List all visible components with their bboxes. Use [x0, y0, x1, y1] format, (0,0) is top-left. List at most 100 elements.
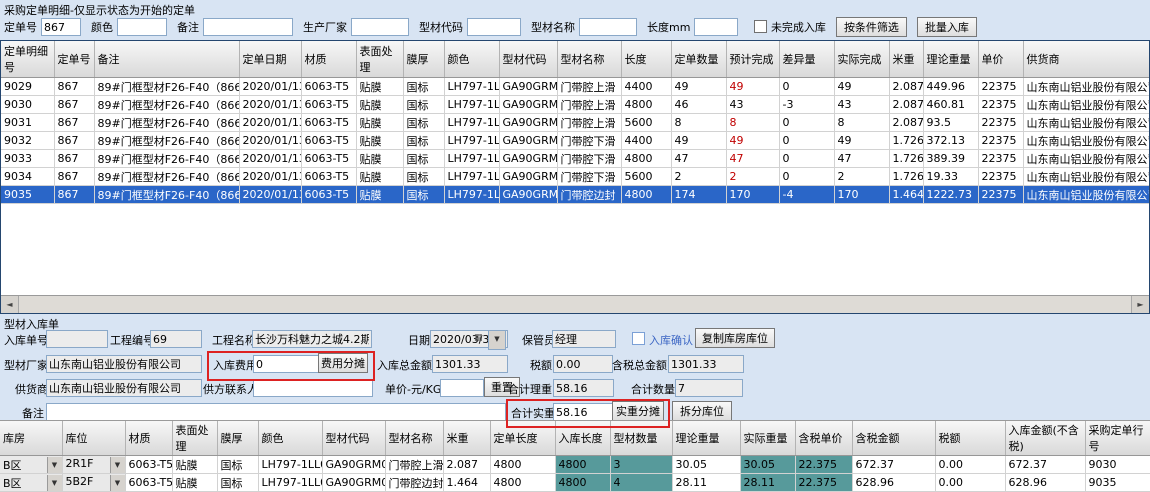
cell[interactable]: 2020/01/13	[239, 168, 301, 186]
cell[interactable]: GA90GRM05	[322, 474, 385, 492]
cell[interactable]: 628.96	[1005, 474, 1085, 492]
supplier-input[interactable]	[46, 379, 202, 397]
cell[interactable]: 贴膜	[356, 168, 403, 186]
actual-weight-share-button[interactable]: 实重分摊	[612, 401, 664, 421]
cell[interactable]: 89#门框型材F26-F40（866+867）	[94, 114, 239, 132]
column-header[interactable]: 库房	[0, 421, 62, 456]
cell[interactable]: 2.087	[443, 456, 490, 474]
factory-input[interactable]	[46, 355, 202, 373]
inbound-confirm-checkbox[interactable]	[632, 332, 645, 345]
contact-input[interactable]	[253, 379, 373, 397]
cell[interactable]: 9030	[1, 96, 54, 114]
cell[interactable]: 0	[779, 168, 834, 186]
cell[interactable]: 3	[610, 456, 672, 474]
total-qty-input[interactable]	[675, 379, 743, 397]
cell[interactable]: 47	[726, 150, 779, 168]
cell[interactable]: 山东南山铝业股份有限公司	[1023, 96, 1150, 114]
cell[interactable]: 门带腔上滑	[557, 96, 621, 114]
cell[interactable]: 9032	[1, 132, 54, 150]
cell[interactable]: 372.13	[923, 132, 978, 150]
cell[interactable]: -4	[779, 186, 834, 204]
cell[interactable]: 门带腔边封	[385, 474, 443, 492]
cell[interactable]: 6063-T5	[125, 474, 172, 492]
cell[interactable]: 4800	[490, 456, 555, 474]
cell[interactable]: 1.726	[889, 132, 923, 150]
cell[interactable]: 2020/01/13	[239, 78, 301, 96]
cell[interactable]: 49	[726, 78, 779, 96]
cell[interactable]: 2	[726, 168, 779, 186]
cell[interactable]: 贴膜	[356, 114, 403, 132]
cell[interactable]: 672.37	[1005, 456, 1085, 474]
cell[interactable]: 贴膜	[172, 456, 217, 474]
cell[interactable]: 28.11	[672, 474, 740, 492]
cell[interactable]: GA90GRM03	[499, 78, 557, 96]
cell[interactable]: 2020/01/13	[239, 150, 301, 168]
cell[interactable]: 贴膜	[356, 96, 403, 114]
cell[interactable]: 2.087	[889, 114, 923, 132]
column-header[interactable]: 入库金额(不含税)	[1005, 421, 1085, 456]
table-row[interactable]: 903486789#门框型材F26-F40（866+867）2020/01/13…	[1, 168, 1150, 186]
cell[interactable]: 贴膜	[172, 474, 217, 492]
table-row[interactable]: 903586789#门框型材F26-F40（866+867）2020/01/13…	[1, 186, 1150, 204]
cell[interactable]: 867	[54, 168, 94, 186]
cell[interactable]: 6063-T5	[301, 96, 356, 114]
cell[interactable]: 22.375	[795, 456, 852, 474]
cell[interactable]: 9029	[1, 78, 54, 96]
cell[interactable]: GA90GRM04	[499, 168, 557, 186]
column-header[interactable]: 米重	[443, 421, 490, 456]
cell[interactable]: 170	[726, 186, 779, 204]
cell[interactable]: 山东南山铝业股份有限公司	[1023, 186, 1150, 204]
cell[interactable]: ▼2R1F	[62, 456, 125, 474]
chevron-down-icon[interactable]: ▼	[110, 475, 125, 491]
cell[interactable]: -3	[779, 96, 834, 114]
cell[interactable]: 门带腔上滑	[385, 456, 443, 474]
tax-input[interactable]	[553, 355, 613, 373]
column-header[interactable]: 定单数量	[671, 41, 726, 78]
column-header[interactable]: 型材名称	[385, 421, 443, 456]
column-header[interactable]: 税额	[935, 421, 1005, 456]
cell[interactable]: 2	[834, 168, 889, 186]
column-header[interactable]: 定单日期	[239, 41, 301, 78]
cell[interactable]: 山东南山铝业股份有限公司	[1023, 132, 1150, 150]
column-header[interactable]: 长度	[621, 41, 671, 78]
column-header[interactable]: 实际完成	[834, 41, 889, 78]
cell[interactable]: 山东南山铝业股份有限公司	[1023, 168, 1150, 186]
column-header[interactable]: 入库长度	[555, 421, 610, 456]
cell[interactable]: 93.5	[923, 114, 978, 132]
cell[interactable]: 22375	[978, 186, 1023, 204]
cell[interactable]: 47	[671, 150, 726, 168]
project-name-input[interactable]	[252, 330, 372, 348]
cell[interactable]: 9034	[1, 168, 54, 186]
cell[interactable]: 0	[779, 132, 834, 150]
cell[interactable]: 22375	[978, 150, 1023, 168]
cell[interactable]: 6063-T5	[301, 114, 356, 132]
cell[interactable]: 5600	[621, 168, 671, 186]
cell[interactable]: 国标	[403, 96, 444, 114]
column-header[interactable]: 含税单价	[795, 421, 852, 456]
cell[interactable]: 1222.73	[923, 186, 978, 204]
cell[interactable]: 43	[834, 96, 889, 114]
column-header[interactable]: 单价	[978, 41, 1023, 78]
cell[interactable]: 国标	[403, 186, 444, 204]
scroll-right-icon[interactable]: ►	[1131, 296, 1149, 313]
filter-by-condition-button[interactable]: 按条件筛选	[836, 17, 907, 37]
fee-share-button[interactable]: 费用分摊	[318, 353, 368, 373]
cell[interactable]: 672.37	[852, 456, 935, 474]
table-row[interactable]: 903086789#门框型材F26-F40（866+867）2020/01/13…	[1, 96, 1150, 114]
cell[interactable]: GA90GRM03	[499, 96, 557, 114]
cell[interactable]: 门带腔下滑	[557, 132, 621, 150]
copy-location-button[interactable]: 复制库房库位	[695, 328, 775, 348]
cell[interactable]: 国标	[403, 168, 444, 186]
column-header[interactable]: 米重	[889, 41, 923, 78]
cell[interactable]: 9033	[1, 150, 54, 168]
cell[interactable]: 山东南山铝业股份有限公司	[1023, 150, 1150, 168]
cell[interactable]: 170	[834, 186, 889, 204]
color-filter-input[interactable]	[117, 18, 167, 36]
table-row[interactable]: ▼B区▼5B2F6063-T5贴膜国标LH797-1LL0GA90GRM05门带…	[0, 474, 1150, 492]
column-header[interactable]: 理论重量	[923, 41, 978, 78]
column-header[interactable]: 备注	[94, 41, 239, 78]
column-header[interactable]: 材质	[125, 421, 172, 456]
cell[interactable]: 0	[779, 78, 834, 96]
manufacturer-filter-input[interactable]	[351, 18, 409, 36]
cell[interactable]: 国标	[217, 456, 258, 474]
